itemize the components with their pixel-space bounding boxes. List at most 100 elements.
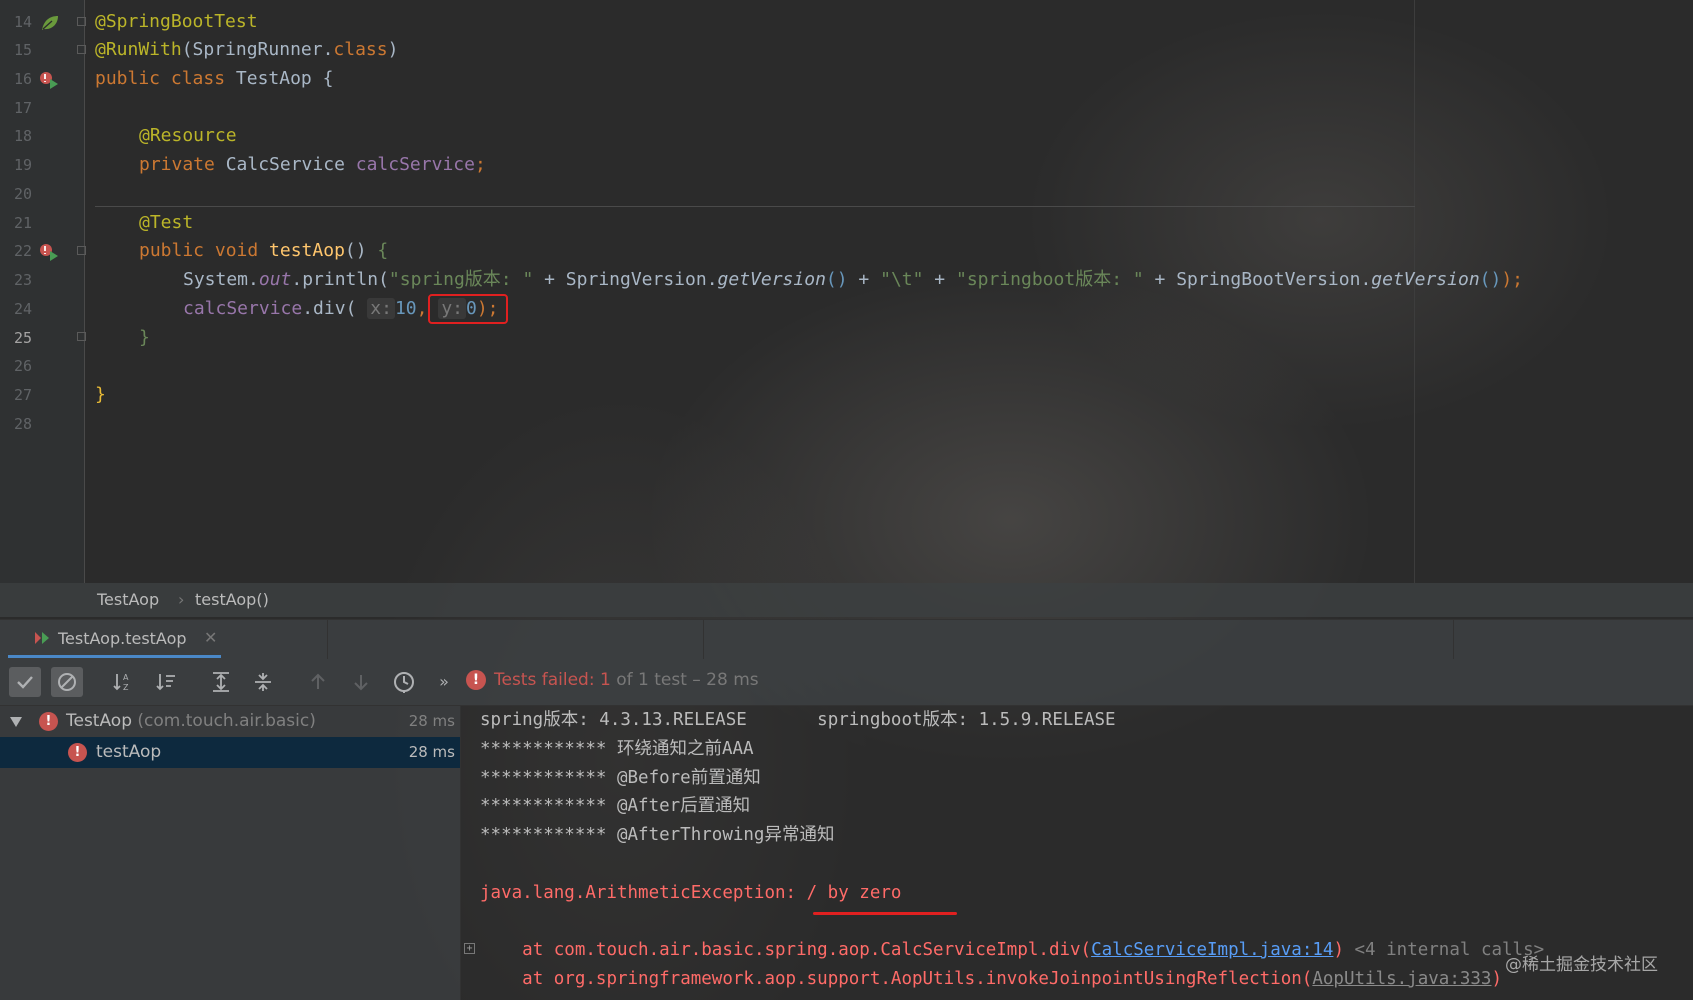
code-token: () [344, 240, 378, 261]
code-line-16: public class TestAop { [95, 65, 333, 93]
show-passed-button[interactable] [9, 667, 41, 697]
breadcrumb-class[interactable]: TestAop [97, 590, 159, 609]
code-line-21: @Test [139, 209, 193, 237]
error-icon: ! [68, 743, 87, 762]
code-line-15: @RunWith(SpringRunner.class) [95, 36, 398, 64]
console-line: ************ @Before前置通知 [480, 768, 761, 788]
show-ignored-button[interactable] [51, 667, 83, 697]
test-results-tree[interactable]: ! TestAop (com.touch.air.basic) 28 ms ! … [0, 706, 461, 1000]
test-method-name: testAop [96, 742, 162, 762]
exception-message: java.lang.ArithmeticException: / by zero [480, 883, 902, 903]
breadcrumb: TestAop › testAop() [0, 583, 1693, 617]
run-test-icon[interactable] [38, 242, 60, 262]
console-line: spring版本: 4.3.13.RELEASE springboot版本: 1… [480, 710, 1116, 730]
field-token: calcService [183, 298, 303, 319]
number-token: 10 [394, 298, 417, 319]
line-number: 27 [13, 386, 32, 404]
expand-all-button[interactable] [205, 667, 237, 697]
close-icon[interactable]: ✕ [204, 628, 217, 647]
more-actions-button[interactable]: » [428, 667, 460, 697]
brace-token: } [139, 327, 150, 348]
code-line-18: @Resource [139, 122, 237, 150]
tree-row-testaop-class[interactable]: ! TestAop (com.touch.air.basic) 28 ms [0, 706, 460, 737]
expand-trace-icon[interactable]: + [464, 943, 475, 954]
tab-divider [327, 620, 328, 659]
console-line: ************ 环绕通知之前AAA [480, 739, 754, 759]
failed-count: 1 [599, 670, 611, 690]
test-class-name: TestAop [66, 711, 132, 731]
sort-alphabetically-button[interactable]: AZ [107, 667, 139, 697]
sort-by-duration-button[interactable] [150, 667, 182, 697]
editor-gutter: 14 15 16 17 18 19 20 21 22 23 24 25 26 2… [0, 0, 86, 583]
console-line: ************ @After后置通知 [480, 796, 751, 816]
chevron-down-icon[interactable] [9, 716, 23, 728]
test-duration: 28 ms [408, 743, 455, 761]
annotation-token: @SpringBootTest [95, 11, 258, 32]
test-duration: 28 ms [408, 712, 455, 730]
code-line-23: System.out.println("spring版本: " + Spring… [183, 266, 1523, 294]
line-number: 15 [13, 41, 32, 59]
source-link[interactable]: AopUtils.java:333 [1312, 969, 1491, 989]
code-token: .println( [291, 269, 389, 290]
code-token: ; [474, 154, 486, 175]
line-number: 21 [13, 214, 32, 232]
sort-alpha-icon: AZ [113, 673, 129, 692]
check-icon [17, 676, 33, 689]
class-name-token: TestAop { [235, 68, 334, 89]
test-package-name: (com.touch.air.basic) [132, 711, 316, 731]
fold-marker-icon[interactable] [77, 17, 86, 26]
stack-trace-text: ) [1333, 940, 1344, 960]
tree-row-testaop-method[interactable]: ! testAop 28 ms [0, 737, 460, 768]
tab-divider [703, 620, 704, 659]
brace-token: } [95, 384, 106, 405]
fold-marker-icon[interactable] [77, 332, 86, 341]
type-token: CalcService [225, 154, 356, 175]
test-history-button[interactable] [388, 667, 420, 697]
fold-marker-icon[interactable] [77, 45, 86, 54]
brace-token: { [377, 240, 389, 261]
collapse-all-icon [255, 673, 271, 691]
test-runner-toolbar: AZ » ! Tests failed: 1 of 1 test – 28 ms [0, 659, 1693, 706]
string-token: "\t" [880, 269, 924, 290]
code-line-14: @SpringBootTest [95, 8, 258, 36]
method-name-token: testAop [269, 240, 345, 261]
run-test-icon[interactable] [38, 70, 60, 90]
code-editor[interactable]: 14 15 16 17 18 19 20 21 22 23 24 25 26 2… [0, 0, 1693, 583]
expand-all-icon [213, 672, 229, 692]
tree-item-label: TestAop (com.touch.air.basic) [66, 711, 316, 731]
next-failed-button[interactable] [345, 667, 377, 697]
stack-trace-text: at com.touch.air.basic.spring.aop.CalcSe… [480, 940, 1092, 960]
code-token: .div( [302, 298, 368, 319]
string-token: "springboot版本: " [955, 269, 1144, 290]
annotation-token: @Resource [139, 125, 237, 146]
keyword-token: public class [95, 68, 236, 89]
field-token: out [258, 269, 292, 290]
leaf-icon[interactable] [40, 14, 60, 32]
line-number: 24 [13, 300, 32, 318]
fold-marker-icon[interactable] [77, 246, 86, 255]
previous-failed-button[interactable] [302, 667, 334, 697]
line-number: 20 [13, 185, 32, 203]
line-number: 26 [13, 357, 32, 375]
source-link[interactable]: CalcServiceImpl.java:14 [1091, 940, 1333, 960]
breadcrumb-method[interactable]: testAop() [195, 590, 269, 609]
stack-trace-text: ) [1491, 969, 1503, 989]
string-token: "spring版本: " [388, 269, 534, 290]
test-config-icon [35, 632, 49, 644]
svg-text:A: A [123, 673, 129, 682]
code-line-27: } [95, 381, 106, 409]
code-token: + [923, 269, 956, 290]
paren-token: () [825, 269, 848, 290]
collapse-all-button[interactable] [247, 667, 279, 697]
stack-trace-line: at com.touch.air.basic.spring.aop.CalcSe… [480, 936, 1544, 965]
tab-testaop-testaop[interactable]: TestAop.testAop ✕ [8, 620, 221, 658]
code-line-25: } [139, 324, 150, 352]
line-number: 18 [13, 127, 32, 145]
line-number: 16 [13, 70, 32, 88]
status-prefix: Tests failed: [494, 670, 600, 690]
highlight-underline [813, 912, 957, 915]
code-token: + SpringBootVersion. [1143, 269, 1372, 290]
run-tab-label: TestAop.testAop [58, 629, 187, 648]
code-token: ); [1501, 269, 1524, 290]
code-token: System. [183, 269, 259, 290]
